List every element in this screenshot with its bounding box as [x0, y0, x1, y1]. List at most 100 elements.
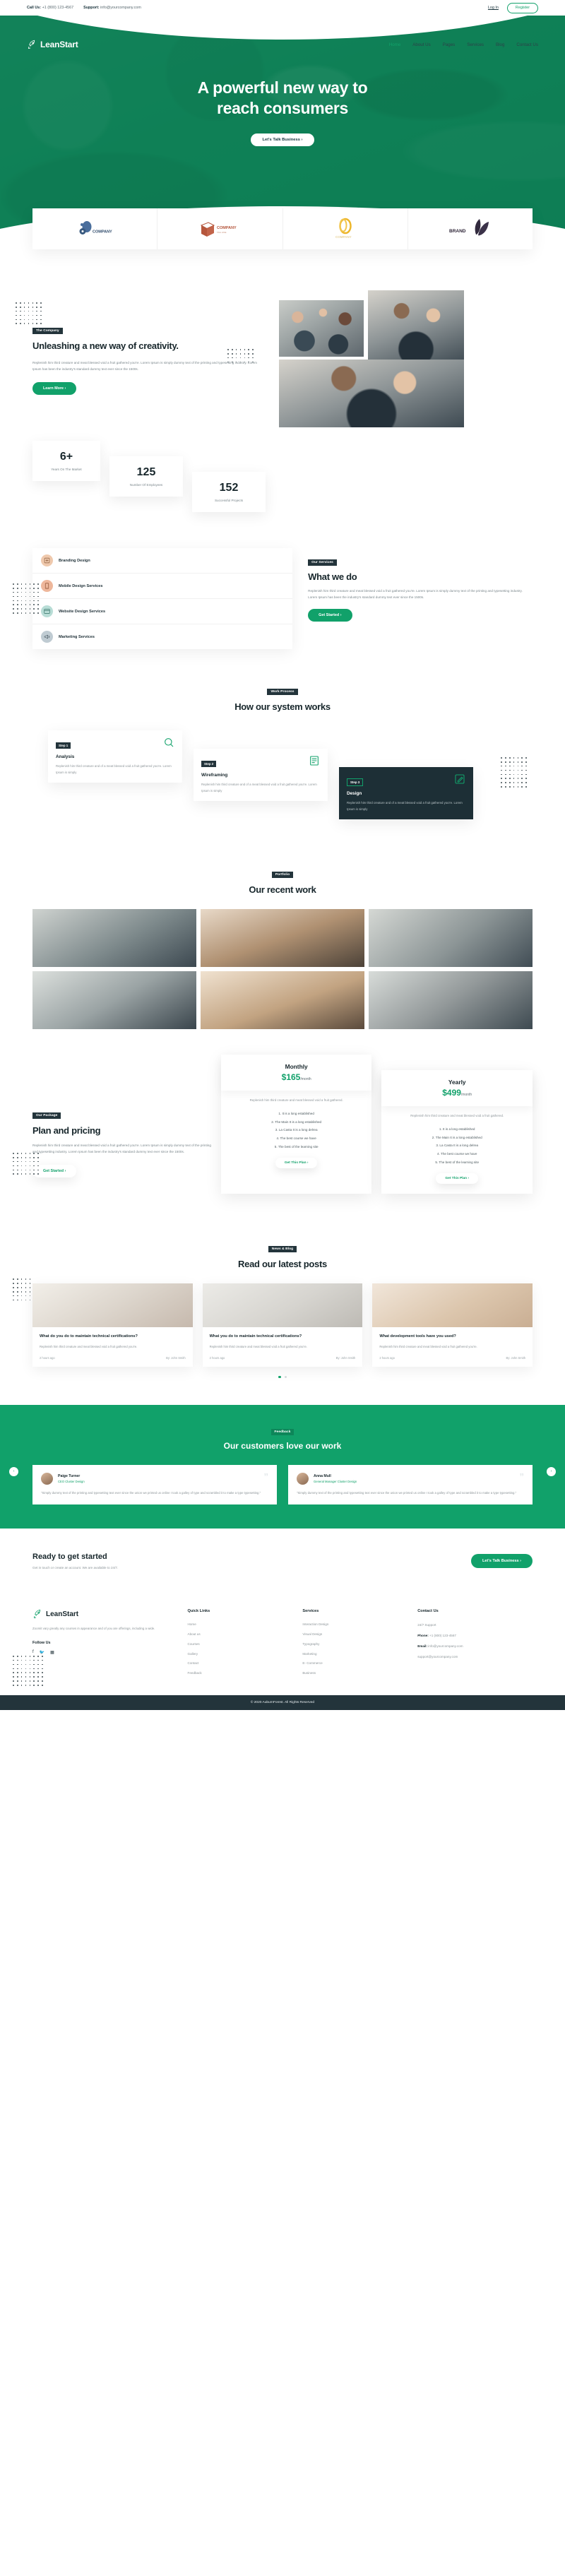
topbar-actions: Log In Register	[488, 2, 538, 13]
portfolio-item[interactable]	[369, 971, 533, 1029]
process-step-card-2: Step 2 Wireframing Replenish him third c…	[194, 749, 328, 802]
footer-link-home[interactable]: Home	[188, 1620, 303, 1630]
footer-link-typography[interactable]: Typography	[302, 1639, 417, 1649]
topbar: Call Us: +1 (800) 123-4567 Support: info…	[0, 0, 565, 16]
company-text-block: The Company Unleashing a new way of crea…	[32, 322, 268, 395]
portfolio-item[interactable]	[201, 909, 364, 967]
client-logo-company-ring[interactable]: COMPANY	[283, 208, 408, 249]
plan-feature: 5. The best of the learning site	[274, 1144, 319, 1148]
blog-card[interactable]: What you do to maintain technical certif…	[202, 1283, 363, 1367]
carousel-dot[interactable]	[278, 1376, 281, 1379]
carousel-dot[interactable]	[284, 1376, 287, 1379]
company-section: The Company Unleashing a new way of crea…	[0, 249, 565, 427]
nav-item-pages[interactable]: Pages	[443, 42, 456, 47]
portfolio-item[interactable]	[32, 971, 196, 1029]
blog-card[interactable]: What do you do to maintain technical cer…	[32, 1283, 193, 1367]
linkedin-icon[interactable]: ▦	[50, 1650, 54, 1655]
pricing-tag: Our Package	[32, 1112, 61, 1120]
footer-follow-heading: Follow Us	[32, 1640, 51, 1645]
footer-link-contact[interactable]: Contact	[188, 1658, 303, 1668]
hero-title: A powerful new way to reach consumers	[0, 78, 565, 119]
plan-features: 1. It is a long established 2. The Main …	[381, 1124, 533, 1166]
footer-link-e-commerce[interactable]: E- Commerce	[302, 1658, 417, 1668]
blog-title: What you do to maintain technical certif…	[209, 1334, 302, 1339]
company-tag: The Company	[32, 327, 63, 335]
blog-grid: What do you do to maintain technical cer…	[32, 1283, 533, 1367]
nav-item-blog[interactable]: Blog	[496, 42, 504, 47]
footer-quick-links-heading: Quick Links	[187, 1608, 210, 1613]
quote-icon: ”	[263, 1471, 269, 1483]
portfolio-tag: Portfolio	[271, 871, 294, 879]
client-logo-company-droplet[interactable]: COMPANY	[32, 208, 158, 249]
footer-email-label: Email:	[417, 1644, 427, 1648]
login-link[interactable]: Log In	[488, 6, 499, 10]
service-item-website-design-services[interactable]: Website Design Services	[32, 599, 293, 624]
client-logo-brand-leaf[interactable]: BRAND	[408, 208, 533, 249]
testimonial-name: Anna Mull	[314, 1474, 331, 1479]
cta-heading: Ready to get started	[32, 1552, 107, 1561]
company-learn-more-button[interactable]: Learn More ›	[32, 381, 77, 395]
service-item-marketing-services[interactable]: Marketing Services	[32, 624, 292, 649]
testimonial-prev-button[interactable]: ‹	[9, 1466, 18, 1476]
footer-contact-column: Contact Us 24/7 Support Phone: +1 (800) …	[417, 1609, 533, 1678]
pricing-get-started-button[interactable]: Get Started ›	[32, 1165, 77, 1178]
footer-link-courses[interactable]: Courses	[188, 1639, 303, 1649]
brand-name: LeanStart	[40, 40, 78, 49]
branding-icon	[41, 554, 53, 566]
footer-link-visual-design[interactable]: Visual Design	[302, 1630, 417, 1639]
footer-logo[interactable]: LeanStart	[32, 1609, 177, 1620]
hero-cta-button[interactable]: Let's Talk Business ›	[251, 133, 314, 146]
counter-number: 6+	[59, 451, 73, 463]
footer-link-about-us[interactable]: About us	[188, 1630, 303, 1639]
blog-carousel-dots[interactable]	[32, 1376, 533, 1379]
blog-title: What development tools have you used?	[379, 1334, 456, 1339]
footer-phone-label: Phone:	[417, 1633, 429, 1637]
portfolio-item[interactable]	[32, 909, 196, 967]
facebook-icon[interactable]: f	[32, 1650, 34, 1655]
testimonial-next-button[interactable]: ›	[547, 1466, 556, 1476]
footer-link-business[interactable]: Business	[302, 1668, 417, 1678]
megaphone-icon	[41, 631, 53, 643]
footer-social-links: f 🐦 ▦	[32, 1650, 177, 1655]
nav-item-home[interactable]: Home	[389, 42, 401, 47]
blog-card[interactable]: What development tools have you used? Re…	[372, 1283, 533, 1367]
avatar	[41, 1473, 53, 1485]
register-button[interactable]: Register	[506, 2, 538, 13]
footer-link-gallery[interactable]: Gallery	[188, 1649, 303, 1658]
portfolio-item[interactable]	[201, 971, 364, 1029]
process-heading: How our system works	[234, 701, 331, 712]
plan-cta-button[interactable]: Get This Plan ›	[436, 1173, 479, 1185]
wireframe-icon	[310, 756, 319, 766]
hero-title-line-1: A powerful new way to	[197, 78, 368, 97]
client-logo-company-box[interactable]: COMPANY TAG LINE	[157, 208, 283, 249]
footer-link-marketing[interactable]: Marketing	[302, 1649, 417, 1658]
cta-button[interactable]: Let's Talk Business ›	[470, 1553, 533, 1568]
nav-item-contact-us[interactable]: Contact Us	[516, 42, 538, 47]
svg-text:TAG LINE: TAG LINE	[217, 231, 226, 234]
pricing-cards: Monthly $165/month Replenish him third c…	[213, 1055, 533, 1194]
footer-link-interaction-design[interactable]: Interaction Design	[302, 1620, 417, 1630]
plan-cta-button[interactable]: Get This Plan ›	[275, 1158, 318, 1169]
service-label: Branding Design	[59, 558, 90, 563]
blog-card-body: What do you do to maintain technical cer…	[32, 1327, 193, 1367]
counter-label: Years On The Market	[51, 468, 82, 471]
service-item-branding-design[interactable]: Branding Design	[32, 548, 293, 574]
footer-link-feedback[interactable]: Feedback	[188, 1668, 303, 1678]
service-item-mobile-design-services[interactable]: Mobile Design Services	[32, 574, 293, 599]
services-get-started-button[interactable]: Get Started ›	[308, 609, 352, 622]
footer-quick-links: Home About us Courses Gallery Contact Fe…	[188, 1620, 303, 1678]
company-photo-1	[278, 300, 364, 357]
testimonial-head: Anna Mull General Manager Cluster Design	[297, 1473, 524, 1485]
nav-item-about-us[interactable]: About Us	[412, 42, 430, 47]
portfolio-item[interactable]	[369, 909, 533, 967]
step-desc: Replenish him third creature and of a me…	[347, 801, 463, 811]
company-images	[268, 290, 533, 427]
brand-logo[interactable]: LeanStart	[27, 40, 78, 50]
twitter-icon[interactable]: 🐦	[40, 1650, 44, 1655]
topbar-support: Support: info@yourcompany.com	[83, 6, 141, 10]
footer-email-2: support@yourcompany.com	[417, 1654, 458, 1658]
magnifier-icon	[165, 738, 174, 747]
nav-item-services[interactable]: Services	[467, 42, 484, 47]
portfolio-header: Portfolio Our recent work	[32, 866, 533, 895]
footer-brand-name: LeanStart	[46, 1610, 79, 1618]
